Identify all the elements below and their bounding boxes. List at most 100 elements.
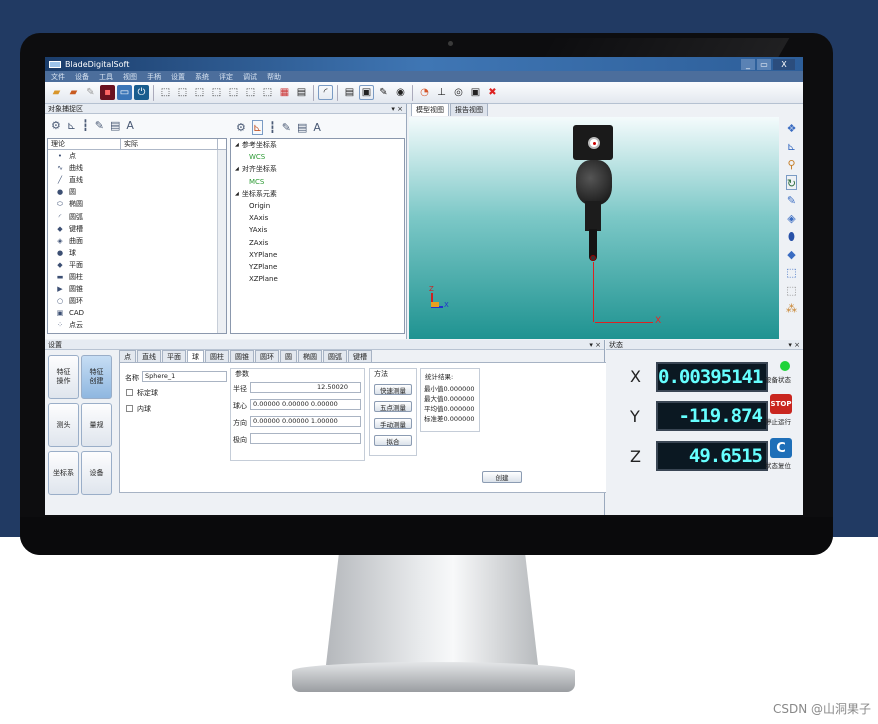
refresh-tool-icon[interactable]: ↻: [785, 175, 798, 190]
manual-measure-button[interactable]: 手动测量: [374, 418, 412, 429]
sphere-tool-icon[interactable]: ❖: [787, 121, 797, 136]
fit-button[interactable]: 拟合: [374, 435, 412, 446]
quick-measure-button[interactable]: 快速测量: [374, 384, 412, 395]
view-cube-front-icon[interactable]: ⬚: [158, 85, 173, 100]
eye-icon[interactable]: ◉: [393, 85, 408, 100]
save-icon[interactable]: ▰: [66, 85, 81, 100]
tree-item[interactable]: ◢ 对齐坐标系: [231, 163, 404, 175]
list-item[interactable]: ∿ 曲线: [48, 162, 226, 174]
list-item[interactable]: ● 圆: [48, 186, 226, 198]
ruler-icon-2[interactable]: ┇: [269, 121, 276, 134]
status-controls[interactable]: ▾ ×: [788, 341, 800, 349]
menu-handle[interactable]: 手柄: [147, 72, 161, 82]
tripod-icon[interactable]: ⊥: [434, 85, 449, 100]
scatter-tool-icon[interactable]: ⁂: [786, 301, 797, 316]
view-cube-right-icon[interactable]: ⬚: [209, 85, 224, 100]
tree-item[interactable]: WCS: [231, 151, 404, 163]
tree-item[interactable]: YAxis: [231, 224, 404, 236]
tree-item[interactable]: MCS: [231, 176, 404, 188]
probe-button[interactable]: 测头: [48, 403, 79, 447]
list-item[interactable]: ◈ 曲面: [48, 235, 226, 247]
layers-tool-icon[interactable]: ◈: [787, 211, 795, 226]
pen-tool-icon[interactable]: ✎: [787, 193, 796, 208]
view-cube-left-icon[interactable]: ⬚: [192, 85, 207, 100]
radius-field[interactable]: 12.50020: [250, 382, 361, 393]
document-icon[interactable]: ▤: [110, 119, 120, 132]
cube-tool-icon[interactable]: ◆: [787, 247, 795, 262]
coordinate-icon[interactable]: ⊾: [67, 119, 76, 132]
tree-item[interactable]: XYPlane: [231, 249, 404, 261]
tab-model-view[interactable]: 模型视图: [411, 103, 449, 116]
ruler-icon[interactable]: ┇: [82, 119, 89, 132]
wrench-icon-2[interactable]: ✎: [282, 121, 291, 134]
menu-device[interactable]: 设备: [75, 72, 89, 82]
gauge-button[interactable]: 量规: [81, 403, 112, 447]
menu-debug[interactable]: 调试: [243, 72, 257, 82]
axes-tool-icon[interactable]: ⊾: [787, 139, 796, 154]
expand-icon[interactable]: ◢: [235, 166, 239, 172]
box-tool-icon[interactable]: ⬚: [786, 265, 796, 280]
center-field[interactable]: 0.00000 0.00000 0.00000: [250, 399, 361, 410]
feature-operation-button[interactable]: 特征 操作: [48, 355, 79, 399]
edit-icon[interactable]: ✎: [83, 85, 98, 100]
menu-view[interactable]: 视图: [123, 72, 137, 82]
view-cube-top-icon[interactable]: ⬚: [226, 85, 241, 100]
cylinder-tool-icon[interactable]: ⬮: [788, 229, 795, 244]
inner-sphere-checkbox[interactable]: [126, 405, 133, 412]
pin-tool-icon[interactable]: ⚲: [787, 157, 795, 172]
menu-help[interactable]: 帮助: [267, 72, 281, 82]
menu-tools[interactable]: 工具: [99, 72, 113, 82]
rotate-view-icon[interactable]: ◜: [318, 85, 333, 100]
target-icon[interactable]: ◎: [451, 85, 466, 100]
list-item[interactable]: ▬ 圆柱: [48, 271, 226, 283]
list-item[interactable]: ▣ CAD: [48, 307, 226, 319]
feature-create-button[interactable]: 特征 创建: [81, 355, 112, 399]
name-field[interactable]: Sphere_1: [142, 371, 227, 382]
caliper-icon-2[interactable]: A: [313, 121, 321, 134]
select-icon[interactable]: ▣: [359, 85, 374, 100]
list-item[interactable]: ◆ 键槽: [48, 223, 226, 235]
caliper-icon[interactable]: A: [126, 119, 134, 132]
document-icon-2[interactable]: ▤: [297, 121, 307, 134]
3d-viewport[interactable]: X Z X: [409, 117, 779, 339]
column-actual[interactable]: 实际: [121, 139, 218, 149]
view-cube-iso-icon[interactable]: ⬚: [260, 85, 275, 100]
five-point-measure-button[interactable]: 五点测量: [374, 401, 412, 412]
report-icon[interactable]: ▤: [342, 85, 357, 100]
chart-icon[interactable]: ◔: [417, 85, 432, 100]
delete-icon[interactable]: ✖: [485, 85, 500, 100]
open-folder-icon[interactable]: ▰: [49, 85, 64, 100]
view-cube-bottom-icon[interactable]: ⬚: [243, 85, 258, 100]
stop-icon[interactable]: STOP: [770, 394, 792, 414]
wrench-icon[interactable]: ✎: [95, 119, 104, 132]
list-scrollbar[interactable]: [217, 150, 226, 333]
list-item[interactable]: ▶ 圆锥: [48, 283, 226, 295]
tree-item[interactable]: XZPlane: [231, 273, 404, 285]
screenshot-icon[interactable]: ▣: [468, 85, 483, 100]
tree-item[interactable]: YZPlane: [231, 261, 404, 273]
features-icon-2[interactable]: ⚙: [236, 121, 246, 134]
settings-controls[interactable]: ▾ ×: [589, 341, 601, 349]
power-icon[interactable]: ⏻: [134, 85, 149, 100]
minimize-button[interactable]: _: [741, 58, 755, 70]
list-item[interactable]: ╱ 直线: [48, 174, 226, 186]
device-button[interactable]: 设备: [81, 451, 112, 495]
create-button[interactable]: 创建: [482, 471, 522, 483]
list-item[interactable]: • 点: [48, 150, 226, 162]
menu-file[interactable]: 文件: [51, 72, 65, 82]
fit-view-icon[interactable]: ▤: [294, 85, 309, 100]
record-icon[interactable]: ▪: [100, 85, 115, 100]
menu-settings[interactable]: 设置: [171, 72, 185, 82]
list-item[interactable]: ◜ 圆弧: [48, 210, 226, 222]
outline-tool-icon[interactable]: ⬚: [786, 283, 796, 298]
direction-field[interactable]: 0.00000 0.00000 1.00000: [250, 416, 361, 427]
features-icon[interactable]: ⚙: [51, 119, 61, 132]
expand-icon[interactable]: ◢: [235, 191, 239, 197]
tree-item[interactable]: ◢ 参考坐标系: [231, 139, 404, 151]
calibration-sphere-checkbox[interactable]: [126, 389, 133, 396]
coordinate-system-button[interactable]: 坐标系: [48, 451, 79, 495]
list-item[interactable]: ● 球: [48, 247, 226, 259]
pole-direction-field[interactable]: [250, 433, 361, 444]
view-cube-back-icon[interactable]: ⬚: [175, 85, 190, 100]
panel-controls[interactable]: ▾ ×: [391, 105, 403, 113]
